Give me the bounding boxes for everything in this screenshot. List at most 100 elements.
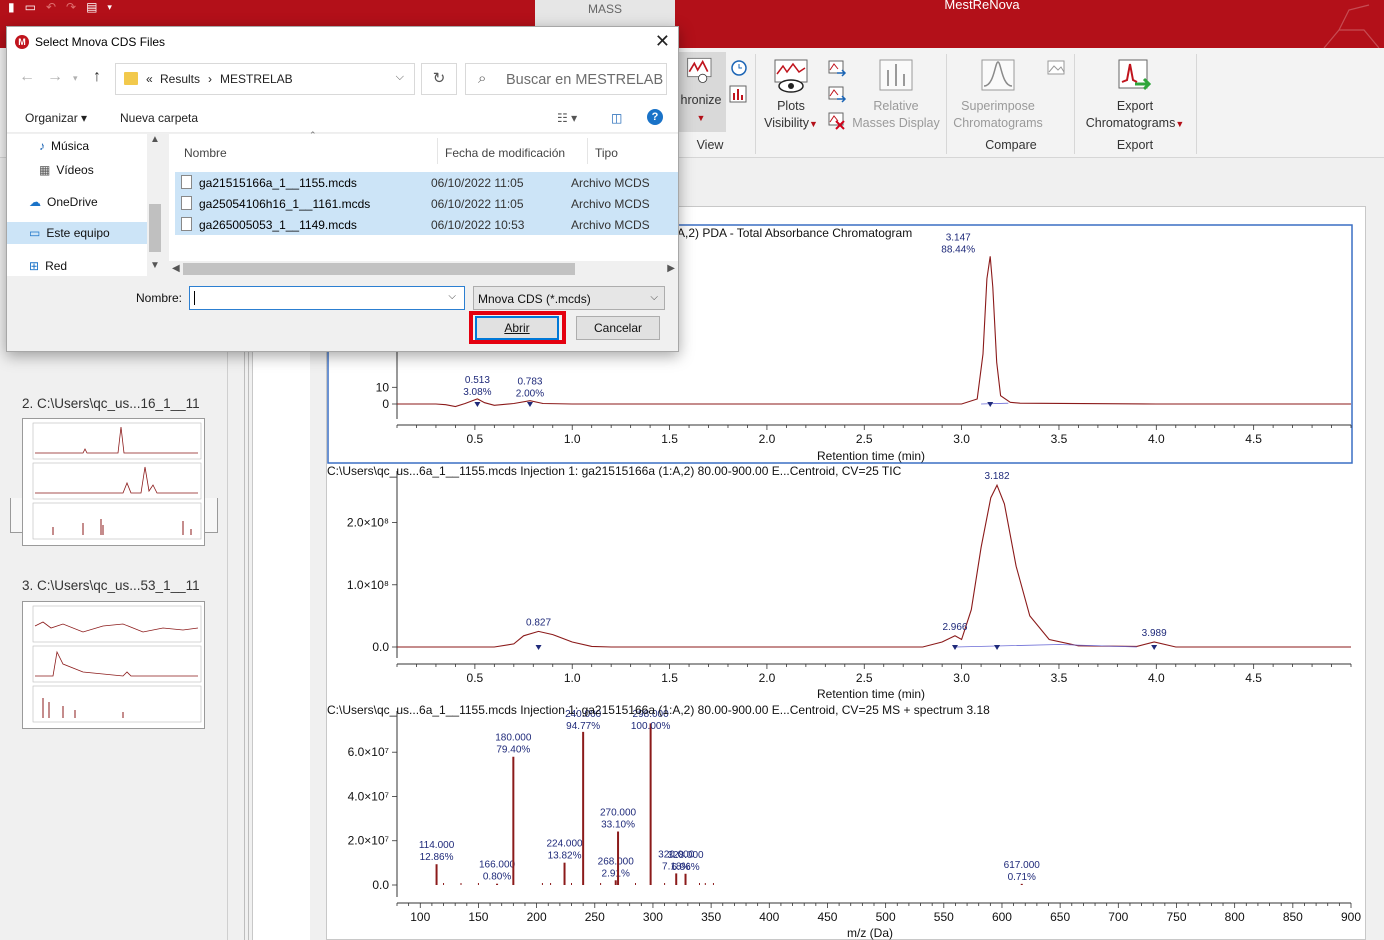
x-tick-label: 900 — [1341, 910, 1361, 924]
view-options-icon[interactable]: ☷ ▾ — [557, 111, 577, 125]
new-folder-button[interactable]: Nueva carpeta — [120, 111, 198, 125]
bar-chart-icon[interactable] — [728, 84, 748, 104]
superimpose-icon — [981, 59, 1015, 91]
video-icon: ▦ — [39, 163, 51, 177]
x-tick-label: 4.5 — [1245, 671, 1262, 685]
plot-title-tic: C:\Users\qc_us...6a_1__1155.mcds Injecti… — [327, 464, 902, 478]
y-tick-label: 6.0×10⁷ — [348, 745, 389, 759]
x-axis-label-ms: m/z (Da) — [847, 926, 893, 940]
organize-button[interactable]: Organizar ▾ — [25, 111, 87, 125]
clock-icon[interactable] — [728, 58, 748, 78]
back-arrow-icon[interactable]: ← — [19, 68, 35, 86]
synchronize-button[interactable]: hronize ▼ — [676, 52, 726, 132]
tree-scrollbar[interactable]: ▲ ▼ — [147, 134, 163, 276]
scroll-right-icon[interactable]: ▶ — [667, 263, 675, 274]
search-input[interactable]: ⌕ Buscar en MESTRELAB — [465, 63, 667, 95]
export-chromatograms-label: Chromatograms — [1085, 116, 1176, 130]
hexagon-decoration-icon — [1323, 4, 1380, 48]
file-type-filter[interactable]: Mnova CDS (*.mcds) ⌵ — [473, 286, 665, 310]
column-separator[interactable] — [587, 138, 588, 164]
column-header-name[interactable]: Nombre — [184, 146, 227, 160]
chevron-down-icon[interactable]: ⌵ — [396, 71, 404, 84]
file-icon — [181, 217, 192, 231]
chevron-down-icon[interactable]: ⌵ — [448, 291, 456, 302]
scroll-up-icon[interactable]: ▲ — [150, 134, 160, 145]
hscroll-thumb[interactable] — [183, 263, 575, 275]
plot-title-ms: C:\Users\qc_us...6a_1__1155.mcds Injecti… — [327, 703, 990, 717]
plot-arrow-icon[interactable] — [827, 58, 847, 78]
visibility-label: Visibility — [764, 116, 809, 130]
x-tick-label: 100 — [410, 910, 430, 924]
tree-item-this-pc[interactable]: ▭ Este equipo — [7, 222, 147, 244]
x-tick-label: 850 — [1283, 910, 1303, 924]
cancel-button[interactable]: Cancelar — [576, 316, 660, 340]
ribbon-separator — [1074, 54, 1075, 154]
forward-arrow-icon[interactable]: → — [47, 68, 63, 86]
page-thumbnail-title: 2. C:\Users\qc_us...16_1__11 — [22, 396, 200, 411]
ms-peak-mz-label: 270.000 — [600, 808, 637, 819]
scroll-down-icon[interactable]: ▼ — [150, 260, 160, 271]
tree-scroll-thumb[interactable] — [149, 204, 161, 252]
relative-masses-display-button[interactable]: Relative Masses Display — [848, 58, 944, 132]
filename-input[interactable]: ⌵ — [189, 286, 465, 310]
close-icon[interactable]: ✕ — [655, 31, 670, 52]
column-header-type[interactable]: Tipo — [595, 146, 618, 160]
page-thumbnail-2[interactable] — [22, 418, 205, 546]
peak-label-pct: 3.08% — [463, 387, 491, 398]
address-bar[interactable]: « Results › MESTRELAB ⌵ — [115, 63, 415, 95]
x-tick-label: 4.0 — [1148, 671, 1165, 685]
breadcrumb-mestrelab[interactable]: MESTRELAB — [220, 72, 293, 86]
x-tick-label: 4.5 — [1245, 432, 1262, 446]
breadcrumb-prefix[interactable]: « — [146, 72, 153, 86]
refresh-button[interactable]: ↻ — [421, 63, 457, 95]
dropdown-caret-icon: ▼ — [1175, 119, 1185, 129]
peak-marker — [951, 645, 958, 650]
tree-item-videos[interactable]: ▦ Vídeos — [39, 163, 94, 177]
x-tick-label: 750 — [1166, 910, 1186, 924]
x-tick-label: 2.0 — [759, 432, 776, 446]
x-tick-label: 3.0 — [953, 432, 970, 446]
window-title: MestReNova — [944, 0, 1020, 12]
export-label: Export — [1116, 99, 1154, 113]
ribbon-separator — [1196, 54, 1197, 154]
masses-display-label: Masses Display — [852, 116, 940, 130]
export-chromatograms-button[interactable]: Export Chromatograms▼ — [1080, 58, 1190, 133]
x-tick-label: 0.5 — [467, 671, 484, 685]
filename-label: Nombre: — [136, 291, 183, 305]
x-tick-label: 250 — [585, 910, 605, 924]
file-list-hscrollbar[interactable]: ◀ ▶ — [169, 261, 678, 277]
x-tick-label: 700 — [1108, 910, 1128, 924]
image-compare-icon[interactable] — [1046, 58, 1066, 78]
plot-title-pda: A,2) PDA - Total Absorbance Chromatogram — [677, 226, 913, 240]
file-row[interactable]: ga265005053_1__1149.mcds 06/10/2022 10:5… — [175, 214, 678, 235]
ms-peak-mz-label: 268.000 — [598, 856, 635, 867]
tree-item-onedrive[interactable]: ☁ OneDrive — [29, 195, 98, 209]
superimpose-chromatograms-button[interactable]: Superimpose Chromatograms — [950, 58, 1046, 132]
up-arrow-icon[interactable]: ↑ — [93, 68, 101, 86]
tree-item-network[interactable]: ⊞ Red — [29, 259, 67, 273]
x-tick-label: 650 — [1050, 910, 1070, 924]
plot-arrow-icon-2[interactable] — [827, 84, 847, 104]
file-row[interactable]: ga21515166a_1__1155.mcds 06/10/2022 11:0… — [175, 172, 678, 193]
scroll-left-icon[interactable]: ◀ — [172, 263, 180, 274]
folder-icon — [124, 72, 138, 85]
dialog-title: Select Mnova CDS Files — [35, 35, 166, 49]
column-header-date[interactable]: Fecha de modificación — [445, 146, 565, 160]
ms-peak-mz-label: 166.000 — [479, 860, 516, 871]
remove-plot-icon[interactable] — [827, 110, 847, 130]
page-thumbnail-3[interactable] — [22, 601, 205, 729]
y-tick-label: 2.0×10⁸ — [347, 516, 389, 530]
select-files-dialog: M Select Mnova CDS Files ✕ ← → ▾ ↑ « Res… — [6, 26, 679, 352]
column-separator[interactable] — [437, 138, 438, 164]
preview-pane-icon[interactable]: ◫ — [611, 111, 622, 125]
file-type: Archivo MCDS — [571, 218, 650, 232]
ribbon-separator — [755, 54, 756, 154]
help-icon[interactable]: ? — [647, 109, 663, 125]
history-chevron-icon[interactable]: ▾ — [73, 73, 78, 84]
file-row[interactable]: ga25054106h16_1__1161.mcds 06/10/2022 11… — [175, 193, 678, 214]
x-tick-label: 200 — [527, 910, 547, 924]
tree-item-music[interactable]: ♪ Música — [39, 139, 89, 153]
plots-visibility-button[interactable]: Plots Visibility▼ — [760, 58, 822, 133]
x-tick-label: 2.5 — [856, 671, 873, 685]
breadcrumb-results[interactable]: Results — [160, 72, 200, 86]
